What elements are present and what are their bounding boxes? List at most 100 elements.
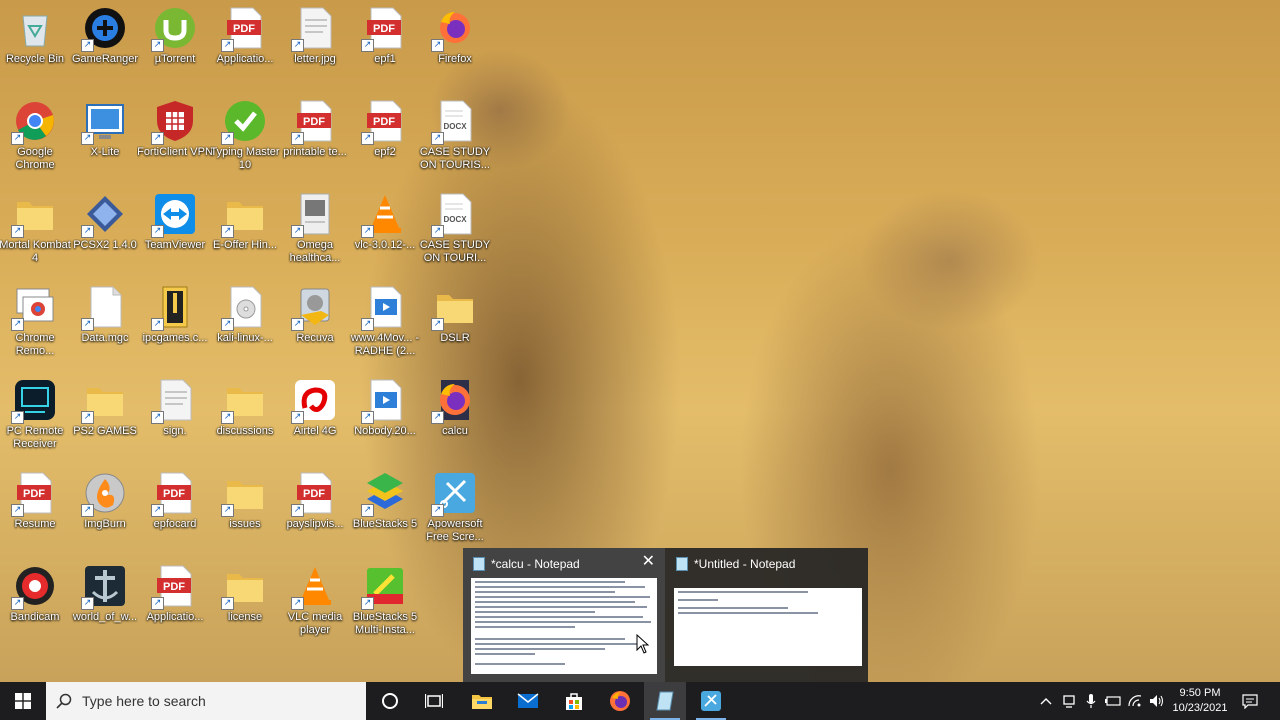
desktop-icon[interactable]: ↗ µTorrent: [137, 0, 213, 90]
desktop-icon[interactable]: ↗ FortiClient VPN: [137, 93, 213, 183]
folder-icon: ↗: [221, 471, 267, 517]
tray-battery[interactable]: [1102, 682, 1124, 720]
desktop-icon[interactable]: ↗ PS2 GAMES: [67, 372, 143, 462]
desktop-icon[interactable]: ↗ Google Chrome: [0, 93, 73, 183]
desktop[interactable]: Recycle Bin ↗ GameRanger ↗ µTorrent PDF ↗ Appli…: [0, 0, 1280, 682]
pdf-icon: PDF ↗: [151, 564, 197, 610]
desktop-icon[interactable]: ↗ Recuva: [277, 279, 353, 369]
desktop-icon[interactable]: ↗ DSLR: [417, 279, 493, 369]
pcsx2-icon: ↗: [81, 192, 127, 238]
preview-close-button[interactable]: ✕: [642, 554, 655, 570]
desktop-icon[interactable]: ↗ Chrome Remo...: [0, 279, 73, 369]
desktop-icon[interactable]: PDF ↗ Resume: [0, 465, 73, 555]
cortana-button[interactable]: [370, 682, 410, 720]
desktop-icon[interactable]: ↗ license: [207, 558, 283, 648]
desktop-icon[interactable]: ↗ world_of_w...: [67, 558, 143, 648]
taskbar-file-explorer[interactable]: [462, 682, 502, 720]
desktop-icon[interactable]: ↗ vlc-3.0.12-...: [347, 186, 423, 276]
taskbar-store[interactable]: [554, 682, 594, 720]
desktop-icon[interactable]: DOCX ↗ CASE STUDY ON TOURIS...: [417, 93, 493, 183]
desktop-icon[interactable]: ↗ Apowersoft Free Scre...: [417, 465, 493, 555]
notepad-icon: [676, 557, 688, 571]
taskbar-clock[interactable]: 9:50 PM 10/23/2021: [1168, 682, 1232, 720]
desktop-icon-label: Chrome Remo...: [15, 332, 55, 357]
tray-microphone[interactable]: [1080, 682, 1102, 720]
desktop-icon-label: www.4Mov... - RADHE (2...: [350, 332, 420, 357]
desktop-icon[interactable]: ↗ Firefox: [417, 0, 493, 90]
desktop-icon[interactable]: DOCX ↗ CASE STUDY ON TOURI...: [417, 186, 493, 276]
desktop-icon[interactable]: ↗ ipcgames.c...: [137, 279, 213, 369]
show-hidden-icons-button[interactable]: [1036, 682, 1056, 720]
desktop-icon[interactable]: ↗ Airtel 4G: [277, 372, 353, 462]
desktop-icon[interactable]: ↗ calcu: [417, 372, 493, 462]
shortcut-arrow-icon: ↗: [81, 411, 94, 424]
desktop-icon-label: PS2 GAMES: [73, 425, 137, 437]
desktop-icon-label: E-Offer Hin...: [213, 239, 277, 251]
desktop-icon[interactable]: ↗ BlueStacks 5 Multi-Insta...: [347, 558, 423, 648]
tray-network[interactable]: [1124, 682, 1146, 720]
preview-untitled-notepad[interactable]: *Untitled - Notepad: [666, 548, 868, 682]
desktop-icon[interactable]: ↗ VLC media player: [277, 558, 353, 648]
desktop-icon[interactable]: ↗ Nobody.20...: [347, 372, 423, 462]
imgburn-icon: ↗: [81, 471, 127, 517]
desktop-icon[interactable]: ↗ Typing Master 10: [207, 93, 283, 183]
desktop-icon-label: Omega healthca...: [289, 239, 341, 264]
shortcut-arrow-icon: ↗: [361, 39, 374, 52]
shortcut-arrow-icon: ↗: [291, 39, 304, 52]
shortcut-arrow-icon: ↗: [361, 504, 374, 517]
shortcut-arrow-icon: ↗: [151, 411, 164, 424]
taskbar: Type here to search 9:50 PM 10/23/2021: [0, 682, 1280, 720]
file-explorer-icon: [472, 695, 492, 709]
desktop-icon[interactable]: ↗ letter.jpg: [277, 0, 353, 90]
preview-calcu-notepad[interactable]: *calcu - Notepad ✕: [463, 548, 665, 682]
webcam-icon: [1063, 695, 1075, 708]
desktop-icon[interactable]: ↗ E-Offer Hin...: [207, 186, 283, 276]
desktop-icon[interactable]: Recycle Bin: [0, 0, 73, 90]
task-view-icon: [425, 694, 443, 708]
desktop-icon-label: kali-linux-...: [217, 332, 273, 344]
desktop-icon[interactable]: ↗ PCSX2 1.4.0: [67, 186, 143, 276]
preview-thumbnail: [471, 578, 657, 674]
desktop-icon[interactable]: ↗ Data.mgc: [67, 279, 143, 369]
task-view-button[interactable]: [414, 682, 454, 720]
desktop-icon[interactable]: ↗ PC Remote Receiver: [0, 372, 73, 462]
desktop-icon-label: Mortal Kombat 4: [0, 239, 71, 264]
svg-text:PDF: PDF: [373, 23, 395, 35]
taskbar-search-box[interactable]: Type here to search: [46, 682, 366, 720]
desktop-icon[interactable]: PDF ↗ Applicatio...: [207, 0, 283, 90]
desktop-icon[interactable]: ↗ ImgBurn: [67, 465, 143, 555]
desktop-icon[interactable]: PDF ↗ printable te...: [277, 93, 353, 183]
tray-volume[interactable]: [1146, 682, 1168, 720]
desktop-icon[interactable]: PDF ↗ epfocard: [137, 465, 213, 555]
desktop-icon[interactable]: ↗ sign.: [137, 372, 213, 462]
taskbar-notepad[interactable]: [644, 682, 686, 720]
taskbar-apowersoft[interactable]: [690, 682, 732, 720]
desktop-icon[interactable]: ↗ kali-linux-...: [207, 279, 283, 369]
desktop-icon[interactable]: PDF ↗ epf1: [347, 0, 423, 90]
desktop-icon[interactable]: PDF ↗ payslipvis...: [277, 465, 353, 555]
desktop-icon[interactable]: PDF ↗ Applicatio...: [137, 558, 213, 648]
desktop-icon[interactable]: ↗ issues: [207, 465, 283, 555]
taskbar-mail[interactable]: [508, 682, 548, 720]
tray-meet-now[interactable]: [1058, 682, 1080, 720]
shortcut-arrow-icon: ↗: [221, 504, 234, 517]
desktop-icon[interactable]: ↗ BlueStacks 5: [347, 465, 423, 555]
desktop-icon[interactable]: ↗ Mortal Kombat 4: [0, 186, 73, 276]
svg-text:PDF: PDF: [163, 488, 185, 500]
desktop-icon[interactable]: ↗ Bandicam: [0, 558, 73, 648]
chevron-up-icon: [1040, 698, 1052, 705]
desktop-icon[interactable]: ↗ X-Lite: [67, 93, 143, 183]
folder-icon: ↗: [81, 378, 127, 424]
desktop-icon[interactable]: ↗ discussions: [207, 372, 283, 462]
desktop-icon[interactable]: PDF ↗ epf2: [347, 93, 423, 183]
action-center-button[interactable]: [1236, 682, 1264, 720]
search-placeholder: Type here to search: [82, 693, 206, 709]
start-button[interactable]: [0, 682, 46, 720]
desktop-icon[interactable]: ↗ Omega healthca...: [277, 186, 353, 276]
desktop-icon-label: Airtel 4G: [293, 425, 337, 437]
desktop-icon-label: Applicatio...: [146, 611, 204, 623]
desktop-icon[interactable]: ↗ GameRanger: [67, 0, 143, 90]
desktop-icon[interactable]: ↗ TeamViewer: [137, 186, 213, 276]
taskbar-firefox[interactable]: [600, 682, 640, 720]
desktop-icon[interactable]: ↗ www.4Mov... - RADHE (2...: [347, 279, 423, 369]
